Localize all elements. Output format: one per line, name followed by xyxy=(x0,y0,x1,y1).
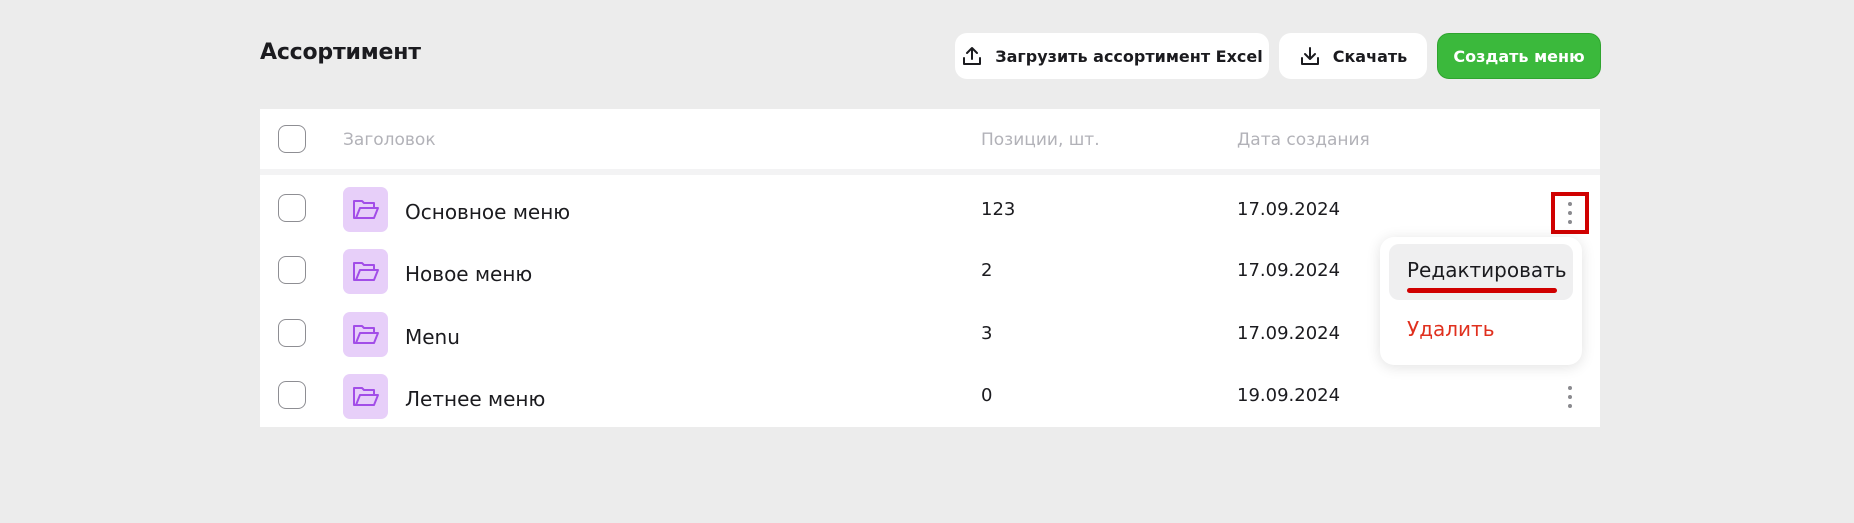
row-count: 2 xyxy=(981,260,993,281)
row-actions-button[interactable] xyxy=(1551,376,1589,418)
column-header-date: Дата создания xyxy=(1237,130,1370,150)
row-title: Новое меню xyxy=(405,262,533,286)
row-title: Menu xyxy=(405,325,460,349)
folder-icon xyxy=(343,374,388,419)
row-count: 0 xyxy=(981,385,993,406)
upload-icon xyxy=(963,47,982,65)
row-actions-button[interactable] xyxy=(1551,192,1589,234)
toolbar: Загрузить ассортимент Excel Скачать Созд… xyxy=(955,33,1601,79)
more-vertical-icon xyxy=(1568,202,1572,224)
folder-icon xyxy=(343,312,388,357)
folder-icon xyxy=(343,249,388,294)
select-all-checkbox[interactable] xyxy=(278,125,306,153)
row-checkbox[interactable] xyxy=(278,319,306,347)
row-title: Основное меню xyxy=(405,200,571,224)
edit-menu-item[interactable]: Редактировать xyxy=(1389,244,1573,300)
column-header-count: Позиции, шт. xyxy=(981,130,1100,150)
row-date: 19.09.2024 xyxy=(1237,385,1341,406)
delete-menu-item[interactable]: Удалить xyxy=(1407,317,1495,341)
row-checkbox[interactable] xyxy=(278,256,306,284)
table-row[interactable]: Основное меню 123 17.09.2024 xyxy=(260,179,1600,241)
more-vertical-icon xyxy=(1568,386,1572,408)
edit-label: Редактировать xyxy=(1407,258,1567,282)
folder-icon xyxy=(343,187,388,232)
create-menu-button[interactable]: Создать меню xyxy=(1437,33,1601,79)
row-checkbox[interactable] xyxy=(278,381,306,409)
row-date: 17.09.2024 xyxy=(1237,260,1341,281)
column-header-title: Заголовок xyxy=(343,130,436,150)
download-button[interactable]: Скачать xyxy=(1279,33,1427,79)
edit-highlight-underline xyxy=(1407,288,1557,293)
page-title: Ассортимент xyxy=(260,40,421,65)
row-count: 123 xyxy=(981,199,1016,220)
table-row[interactable]: Летнее меню 0 19.09.2024 xyxy=(260,365,1600,427)
create-menu-label: Создать меню xyxy=(1453,46,1585,66)
row-checkbox[interactable] xyxy=(278,194,306,222)
table-header: Заголовок Позиции, шт. Дата создания xyxy=(260,109,1600,175)
upload-excel-label: Загрузить ассортимент Excel xyxy=(995,46,1263,66)
download-icon xyxy=(1300,47,1319,65)
upload-excel-button[interactable]: Загрузить ассортимент Excel xyxy=(955,33,1269,79)
row-date: 17.09.2024 xyxy=(1237,323,1341,344)
row-context-menu: Редактировать Удалить xyxy=(1380,237,1582,365)
row-count: 3 xyxy=(981,323,993,344)
download-label: Скачать xyxy=(1332,46,1408,66)
row-title: Летнее меню xyxy=(405,387,546,411)
row-date: 17.09.2024 xyxy=(1237,199,1341,220)
